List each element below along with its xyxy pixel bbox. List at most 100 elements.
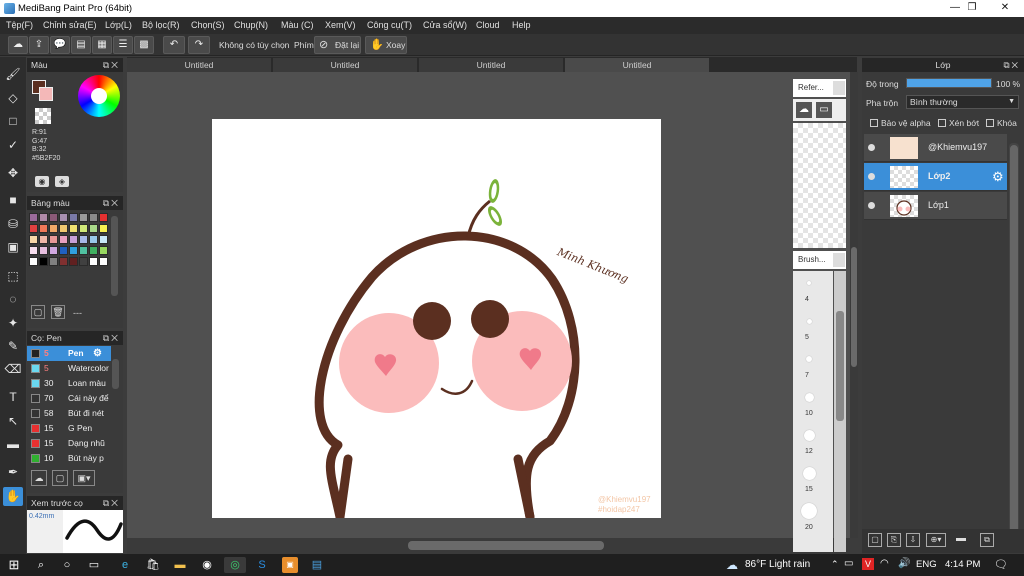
magic-wand-icon[interactable]: ✦ bbox=[3, 314, 23, 333]
protect-alpha-checkbox[interactable]: Bảo vệ alpha bbox=[870, 118, 931, 128]
undo-button[interactable]: ↶ bbox=[163, 36, 185, 54]
maximize-button[interactable]: ❐ bbox=[955, 0, 989, 17]
palette-swatch[interactable] bbox=[79, 213, 88, 222]
lasso-tool-icon[interactable]: ◌ bbox=[3, 290, 23, 309]
menu-color[interactable]: Màu (C) bbox=[281, 20, 314, 30]
palette-swatch[interactable] bbox=[89, 235, 98, 244]
menu-select[interactable]: Chọn(S) bbox=[191, 20, 225, 30]
palette-swatch[interactable] bbox=[59, 213, 68, 222]
palette-swatch[interactable] bbox=[39, 224, 48, 233]
cloud-icon[interactable]: ☁ bbox=[8, 36, 28, 54]
brush-item[interactable]: 10 Bút này p bbox=[27, 451, 111, 466]
brush-size-item[interactable]: 5 bbox=[793, 311, 833, 349]
palette-swatch[interactable] bbox=[39, 235, 48, 244]
brush-item[interactable]: 58 Bút đi nét bbox=[27, 406, 111, 421]
duplicate-layer-icon[interactable]: ⎘ bbox=[887, 533, 901, 547]
palette-swatch[interactable] bbox=[49, 224, 58, 233]
brush-item[interactable]: 30 Loan màu bbox=[27, 376, 111, 391]
volume-icon[interactable]: 🔊 bbox=[898, 558, 910, 569]
network-icon[interactable]: ▭ bbox=[844, 558, 853, 569]
palette-icon[interactable]: ◉ bbox=[35, 176, 49, 187]
layer-row-lop1[interactable]: Lớp1 bbox=[864, 192, 1007, 220]
palette-swatch[interactable] bbox=[79, 246, 88, 255]
gear-icon[interactable]: ⚙ bbox=[93, 346, 102, 361]
merge-layer-icon[interactable]: ⇩ bbox=[906, 533, 920, 547]
palette-swatch[interactable] bbox=[59, 246, 68, 255]
opacity-slider[interactable] bbox=[906, 78, 992, 88]
palette-swatch[interactable] bbox=[69, 235, 78, 244]
tab-untitled-2[interactable]: Untitled bbox=[273, 58, 418, 72]
menu-cloud[interactable]: Cloud bbox=[476, 20, 500, 30]
palette-swatch[interactable] bbox=[69, 246, 78, 255]
document-icon[interactable]: ▦ bbox=[92, 36, 112, 54]
gradient-tool-icon[interactable]: ▣ bbox=[3, 238, 23, 257]
palette-swatch[interactable] bbox=[39, 246, 48, 255]
menu-view[interactable]: Xem(V) bbox=[325, 20, 356, 30]
menu-tools[interactable]: Công cụ(T) bbox=[367, 20, 412, 30]
chat-icon[interactable]: ▤ bbox=[71, 36, 91, 54]
blend-mode-select[interactable]: Bình thường ▼ bbox=[906, 95, 1019, 109]
chrome-icon[interactable]: ◉ bbox=[199, 557, 215, 573]
menu-window[interactable]: Cửa sổ(W) bbox=[423, 20, 467, 30]
language-indicator[interactable]: ENG bbox=[916, 559, 937, 570]
tab-untitled-1[interactable]: Untitled bbox=[127, 58, 272, 72]
ref-cloud-icon[interactable]: ☁ bbox=[796, 102, 812, 118]
palette-swatch[interactable] bbox=[69, 257, 78, 266]
menu-file[interactable]: Tệp(F) bbox=[6, 20, 33, 30]
vertical-scrollbar[interactable] bbox=[851, 247, 857, 367]
palette-swatch[interactable] bbox=[89, 224, 98, 233]
layer-row-watermark[interactable]: @Khiemvu197 bbox=[864, 134, 1007, 162]
edge-icon[interactable]: e bbox=[117, 557, 133, 573]
skype-icon[interactable]: S bbox=[254, 557, 270, 573]
palette-swatch[interactable] bbox=[99, 246, 108, 255]
close-button[interactable]: ✕ bbox=[988, 0, 1022, 17]
palette-swatch[interactable] bbox=[69, 213, 78, 222]
palette-swatch[interactable] bbox=[59, 257, 68, 266]
tab-untitled-4[interactable]: Untitled bbox=[565, 58, 710, 72]
grid-icon[interactable]: ▩ bbox=[134, 36, 154, 54]
layer-copy-icon[interactable]: ⧉ bbox=[980, 533, 994, 547]
eraser-tool-icon[interactable]: ◇ bbox=[3, 89, 23, 108]
transparent-swatch[interactable] bbox=[35, 108, 51, 124]
brush-size-item[interactable]: 4 bbox=[793, 273, 833, 311]
eye-icon[interactable] bbox=[868, 173, 875, 180]
line-tool-icon[interactable]: ✓ bbox=[3, 136, 23, 155]
color-wheel[interactable] bbox=[78, 75, 120, 117]
move-tool-icon[interactable]: ✥ bbox=[3, 164, 23, 183]
eye-icon[interactable] bbox=[868, 202, 875, 209]
menu-edit[interactable]: Chỉnh sửa(E) bbox=[43, 20, 97, 30]
select-tool-icon[interactable]: ⬚ bbox=[3, 267, 23, 286]
cortana-icon[interactable]: ○ bbox=[59, 557, 75, 573]
windows-start-icon[interactable]: ⊞ bbox=[6, 557, 22, 573]
palette-swatch[interactable] bbox=[29, 213, 38, 222]
palette-swatch[interactable] bbox=[49, 235, 58, 244]
palette-swatch[interactable] bbox=[29, 235, 38, 244]
palette-scrollbar[interactable] bbox=[111, 216, 118, 296]
gear-icon[interactable]: ⚙ bbox=[992, 169, 1004, 185]
brush-size-item[interactable]: 12 bbox=[793, 425, 833, 463]
clipping-checkbox[interactable]: Xén bớt bbox=[938, 118, 979, 128]
list-icon[interactable]: ☰ bbox=[113, 36, 133, 54]
secondary-color-swatch[interactable] bbox=[39, 87, 53, 101]
palette-swatch[interactable] bbox=[79, 257, 88, 266]
reference-view[interactable] bbox=[793, 123, 846, 248]
clock[interactable]: 4:14 PM bbox=[945, 559, 980, 570]
task-view-icon[interactable]: ▭ bbox=[86, 557, 102, 573]
menu-help[interactable]: Help bbox=[512, 20, 531, 30]
app-icon-orange[interactable]: ▣ bbox=[282, 557, 298, 573]
menu-filter[interactable]: Bộ lọc(R) bbox=[142, 20, 180, 30]
brush-item[interactable]: 70 Cái này để bbox=[27, 391, 111, 406]
color-picker-icon[interactable]: ◈ bbox=[55, 176, 69, 187]
palette-swatch[interactable] bbox=[39, 257, 48, 266]
palette-swatch[interactable] bbox=[99, 224, 108, 233]
select-eraser-icon[interactable]: ⌫ bbox=[3, 360, 23, 379]
palette-swatch[interactable] bbox=[99, 235, 108, 244]
palette-swatch[interactable] bbox=[59, 224, 68, 233]
brush-item[interactable]: 5 Watercolor bbox=[27, 361, 111, 376]
folder-icon[interactable]: ▬ bbox=[954, 533, 968, 547]
palette-swatch[interactable] bbox=[99, 257, 108, 266]
delete-color-icon[interactable]: 🗑 bbox=[51, 305, 65, 319]
menu-layer[interactable]: Lớp(L) bbox=[105, 20, 132, 30]
panel-controls-icon[interactable]: ⧉✕ bbox=[103, 196, 120, 210]
fill-tool-icon[interactable]: ⛁ bbox=[3, 215, 23, 234]
